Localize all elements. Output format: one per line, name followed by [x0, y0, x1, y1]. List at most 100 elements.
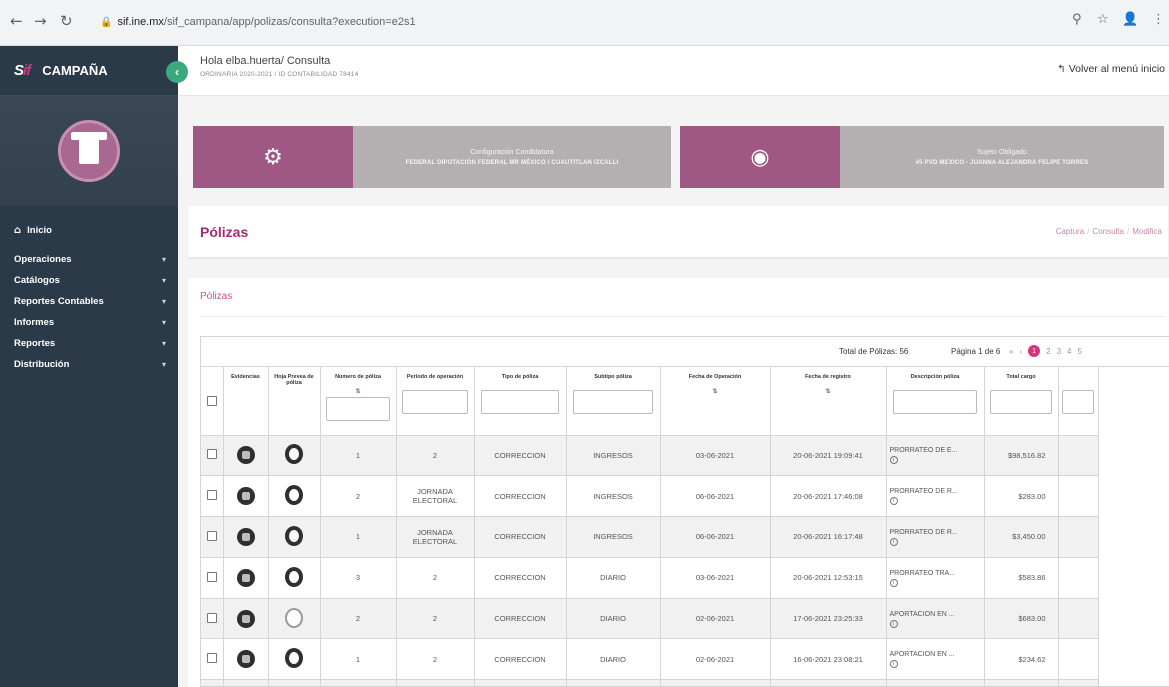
tipo-cell: CORRECCION — [474, 638, 567, 681]
sujeto-obligado-card[interactable]: ◉ Sujeto Obligado #5 PVD MEXICO - JUANNA… — [680, 126, 1164, 188]
chevron-down-icon: ▾ — [161, 318, 166, 327]
brand: Sif CAMPAÑA — [0, 46, 178, 96]
sidebar-item-label: Operaciones — [14, 254, 72, 265]
crumb-consulta[interactable]: Consulta — [1092, 227, 1124, 236]
info-icon[interactable]: i — [889, 497, 898, 506]
pdf-sheet-icon[interactable] — [285, 648, 303, 669]
gear-icon: ⚙ — [193, 126, 353, 188]
table-row[interactable]: 1 JORNADA ELECTORAL CORRECCION INGRESOS 06-0… — [201, 516, 1099, 558]
page-button[interactable]: 5 — [1077, 347, 1081, 356]
sidebar-item-inicio[interactable]: ⌂ Inicio — [0, 220, 178, 241]
page-button[interactable]: 2 — [1046, 347, 1050, 356]
card-subtitle: FEDERAL DIPUTACIÓN FEDERAL MR MÉXICO / C… — [405, 159, 619, 166]
column-header-numero[interactable]: Número de póliza ⇅ — [320, 367, 397, 436]
first-page-button[interactable]: « — [1009, 347, 1013, 356]
config-candidatura-card[interactable]: ⚙ Configuración Candidatura FEDERAL DIPU… — [193, 126, 671, 188]
pdf-sheet-icon[interactable] — [285, 444, 303, 465]
pdf-sheet-icon[interactable] — [285, 485, 303, 506]
header: Hola elba.huerta/ Consulta ORDINARIA 202… — [178, 46, 1169, 96]
evidence-icon[interactable] — [236, 568, 255, 587]
evidence-icon[interactable] — [236, 527, 255, 546]
collapse-sidebar-icon[interactable]: ‹ — [166, 61, 188, 83]
total-cargo-filter-input[interactable] — [989, 390, 1053, 414]
row-checkbox[interactable] — [206, 571, 217, 582]
info-icon[interactable]: i — [889, 578, 898, 587]
info-icon[interactable]: i — [889, 619, 898, 628]
select-all-checkbox[interactable] — [206, 396, 217, 406]
page-button[interactable]: 4 — [1067, 347, 1071, 356]
numero-filter-input[interactable] — [326, 397, 390, 421]
column-header-descripcion[interactable]: Descripción póliza — [886, 367, 985, 436]
pdf-sheet-icon[interactable] — [285, 607, 303, 628]
info-icon[interactable]: i — [889, 660, 898, 669]
hoja-cell — [268, 475, 321, 518]
tipo-cell: CORRECCION — [474, 516, 567, 558]
forward-arrow-icon[interactable]: → — [34, 12, 47, 30]
sidebar-menu: ⌂ Inicio Operaciones ▾ Catálogos ▾ Repor… — [0, 220, 178, 375]
table-row[interactable]: JORNADA PRORRATEO DE R...i — [201, 679, 1099, 686]
table-row[interactable]: 2 2 CORRECCION DIARIO 02-06-2021 17-06-2021 2… — [201, 598, 1099, 640]
extra-cell — [1058, 435, 1099, 477]
row-checkbox[interactable] — [206, 653, 217, 664]
reload-icon[interactable]: ↻ — [60, 12, 73, 30]
subtipo-cell: INGRESOS — [566, 516, 661, 558]
brand-logo: Sif — [14, 62, 31, 79]
sidebar-item-reportes[interactable]: Reportes ▾ — [0, 333, 178, 354]
column-header-tipo[interactable]: Tipo de póliza — [474, 367, 567, 436]
row-checkbox[interactable] — [206, 530, 217, 541]
pdf-sheet-icon[interactable] — [285, 566, 303, 587]
evidence-icon[interactable] — [236, 487, 255, 506]
back-to-menu-link[interactable]: ↰ Volver al menú inicio — [1057, 63, 1165, 75]
extra-filter-input[interactable] — [1062, 390, 1094, 414]
subtipo-filter-input[interactable] — [572, 390, 654, 414]
evidencias-cell — [223, 598, 269, 640]
row-checkbox[interactable] — [206, 612, 217, 623]
url-path: /sif_campana/app/polizas/consulta?execut… — [163, 16, 416, 28]
table-row[interactable]: 2 JORNADA ELECTORAL CORRECCION INGRESOS 06-0… — [201, 475, 1099, 518]
sidebar-item-reportes-contables[interactable]: Reportes Contables ▾ — [0, 291, 178, 312]
row-checkbox[interactable] — [206, 490, 217, 501]
column-header-total-cargo[interactable]: Total cargo — [984, 367, 1059, 436]
sidebar-item-operaciones[interactable]: Operaciones ▾ — [0, 249, 178, 270]
descripcion-cell: PRORRATEO DE E... i — [886, 435, 985, 477]
sidebar-item-informes[interactable]: Informes ▾ — [0, 312, 178, 333]
column-header-subtipo[interactable]: Subtipo póliza — [566, 367, 661, 436]
star-icon[interactable]: ☆ — [1097, 12, 1109, 27]
column-header-fecha-registro[interactable]: Fecha de registro ⇅ — [770, 367, 887, 436]
descripcion-filter-input[interactable] — [893, 390, 977, 414]
column-header-periodo[interactable]: Periodo de operación — [396, 367, 475, 436]
row-select-cell — [201, 475, 224, 518]
row-checkbox[interactable] — [206, 449, 217, 460]
zoom-icon[interactable]: ⚲ — [1072, 12, 1082, 27]
pdf-sheet-icon[interactable] — [285, 525, 303, 546]
table-row[interactable]: 1 2 CORRECCION DIARIO 02-06-2021 16-06-2021 2… — [201, 638, 1099, 681]
info-icon[interactable]: i — [889, 456, 898, 465]
profile-icon[interactable]: 👤 — [1122, 12, 1138, 27]
sidebar-item-distribucion[interactable]: Distribución ▾ — [0, 354, 178, 375]
info-icon[interactable]: i — [889, 537, 898, 546]
numero-cell: 2 — [320, 598, 397, 640]
periodo-filter-input[interactable] — [402, 390, 468, 414]
column-header-hoja: Hoja Prevea de póliza — [268, 367, 321, 436]
descripcion-text: PRORRATEO DE R... — [889, 488, 958, 496]
column-header-fecha-operacion[interactable]: Fecha de Operación ⇅ — [660, 367, 771, 436]
sort-icon: ⇅ — [712, 389, 718, 395]
evidence-icon[interactable] — [236, 650, 255, 669]
avatar — [58, 120, 120, 182]
back-arrow-icon[interactable]: ← — [10, 12, 23, 30]
crumb-captura[interactable]: Captura — [1056, 227, 1084, 236]
tipo-filter-input[interactable] — [480, 390, 560, 414]
page-button[interactable]: 3 — [1057, 347, 1061, 356]
sidebar-item-catalogos[interactable]: Catálogos ▾ — [0, 270, 178, 291]
chevron-down-icon: ▾ — [161, 255, 166, 264]
table-row[interactable]: 1 2 CORRECCION INGRESOS 03-06-2021 20-06-2021… — [201, 435, 1099, 477]
prev-page-button[interactable]: ‹ — [1019, 347, 1022, 356]
crumb-modifica[interactable]: Modifica — [1132, 227, 1162, 236]
sidebar-item-label: Reportes Contables — [14, 296, 104, 307]
more-menu-icon[interactable]: ⋮ — [1152, 12, 1165, 27]
address-bar[interactable]: 🔒 sif.ine.mx /sif_campana/app/polizas/co… — [100, 8, 1130, 36]
page-button-current[interactable]: 1 — [1028, 345, 1041, 357]
evidence-icon[interactable] — [236, 609, 255, 628]
table-row[interactable]: 3 2 CORRECCION DIARIO 03-06-2021 20-06-2021 1… — [201, 557, 1099, 599]
evidence-icon[interactable] — [236, 446, 255, 465]
